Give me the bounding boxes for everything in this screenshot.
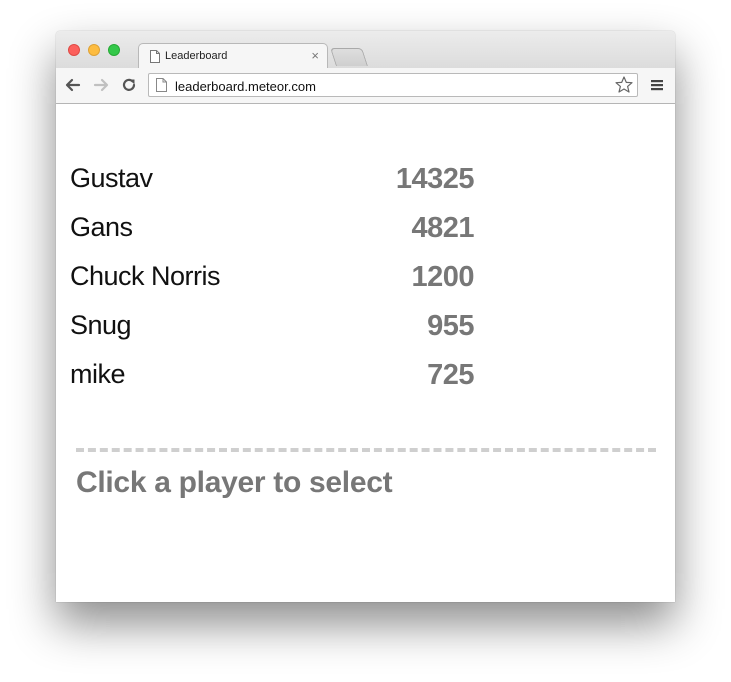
back-arrow-icon[interactable] xyxy=(64,76,82,94)
window-minimize-button[interactable] xyxy=(88,44,100,56)
player-name: Snug xyxy=(70,310,132,340)
tab-leaderboard[interactable]: Leaderboard × xyxy=(138,43,328,69)
player-row[interactable]: mike 725 xyxy=(70,359,474,399)
player-score: 14325 xyxy=(395,163,475,195)
player-row[interactable]: Chuck Norris 1200 xyxy=(70,261,474,301)
dashed-divider xyxy=(76,448,656,452)
page-content: Gustav 14325 Gans 4821 Chuck Norris 1200… xyxy=(56,104,675,602)
player-row[interactable]: Gans 4821 xyxy=(70,212,474,252)
player-score: 725 xyxy=(427,359,474,391)
player-name: Gans xyxy=(70,212,133,242)
star-icon[interactable] xyxy=(614,75,634,95)
tab-strip: Leaderboard × xyxy=(56,31,675,69)
player-name: Chuck Norris xyxy=(70,261,221,291)
page-icon xyxy=(150,50,160,63)
address-bar[interactable]: leaderboard.meteor.com xyxy=(148,73,638,97)
forward-arrow-icon[interactable] xyxy=(92,76,110,94)
hamburger-menu-icon[interactable] xyxy=(651,79,663,91)
url-text: leaderboard.meteor.com xyxy=(175,79,316,94)
player-row[interactable]: Gustav 14325 xyxy=(70,163,475,203)
player-name: mike xyxy=(70,359,126,389)
tab-close-icon[interactable]: × xyxy=(311,48,319,63)
player-score: 955 xyxy=(427,310,474,342)
browser-window: Leaderboard × leaderboard.meteor.com Gus… xyxy=(56,31,675,602)
player-row[interactable]: Snug 955 xyxy=(70,310,474,350)
tab-title: Leaderboard xyxy=(165,50,228,62)
player-name: Gustav xyxy=(70,163,153,193)
reload-icon[interactable] xyxy=(120,76,138,94)
window-close-button[interactable] xyxy=(68,44,80,56)
page-icon xyxy=(156,78,167,92)
player-score: 4821 xyxy=(411,212,474,244)
select-player-prompt: Click a player to select xyxy=(76,466,393,499)
new-tab-button[interactable] xyxy=(330,48,368,66)
window-maximize-button[interactable] xyxy=(108,44,120,56)
browser-toolbar: leaderboard.meteor.com xyxy=(56,68,675,104)
player-score: 1200 xyxy=(411,261,474,293)
